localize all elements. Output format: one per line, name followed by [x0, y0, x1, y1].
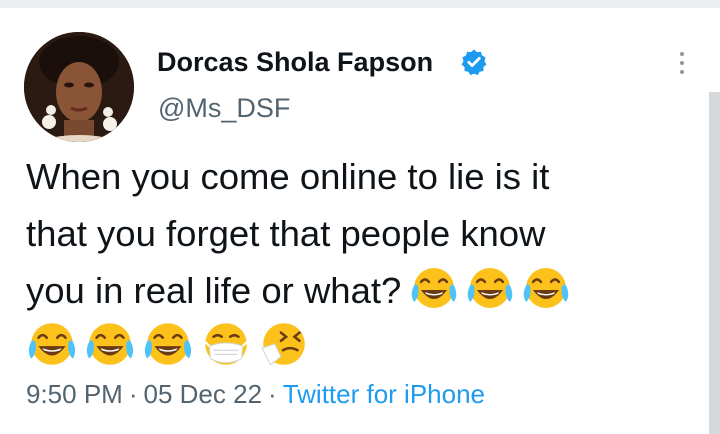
- tweet-text-line: that you forget that people know: [26, 213, 546, 254]
- tweet-text-line-3-text: you in real life or what?: [26, 270, 402, 311]
- tweet-text-line: When you come online to lie is it: [26, 156, 550, 197]
- face-with-tears-of-joy-icon: [86, 323, 134, 365]
- author-handle[interactable]: @Ms_DSF: [158, 92, 290, 124]
- tweet-date[interactable]: 05 Dec 22: [144, 379, 263, 409]
- avatar[interactable]: [24, 32, 134, 142]
- tweet-card: Dorcas Shola Fapson @Ms_DSF When you com…: [0, 8, 720, 434]
- tweet-text: When you come online to lie is it that y…: [26, 148, 696, 376]
- tweet-source-link[interactable]: Twitter for iPhone: [283, 379, 485, 409]
- tweet-time[interactable]: 9:50 PM: [26, 379, 123, 409]
- author-name[interactable]: Dorcas Shola Fapson: [157, 46, 433, 78]
- meta-separator: ·: [128, 379, 138, 409]
- face-with-tears-of-joy-icon: [412, 268, 457, 308]
- scrollbar[interactable]: [709, 92, 720, 434]
- tweet-meta: 9:50 PM · 05 Dec 22 · Twitter for iPhone: [26, 378, 485, 410]
- face-with-medical-mask-icon: [204, 323, 248, 365]
- face-with-tears-of-joy-icon: [524, 268, 569, 308]
- sneezing-face-icon: [261, 323, 305, 366]
- emoji-line: [26, 319, 696, 376]
- face-with-tears-of-joy-icon: [144, 323, 192, 365]
- tweet-text-line-3: you in real life or what?: [26, 262, 696, 319]
- more-options-icon[interactable]: [670, 48, 694, 84]
- meta-separator: ·: [268, 379, 277, 409]
- top-divider: [0, 0, 720, 8]
- face-with-tears-of-joy-icon: [28, 323, 76, 365]
- face-with-tears-of-joy-icon: [468, 268, 513, 308]
- verified-badge-icon: [461, 49, 487, 76]
